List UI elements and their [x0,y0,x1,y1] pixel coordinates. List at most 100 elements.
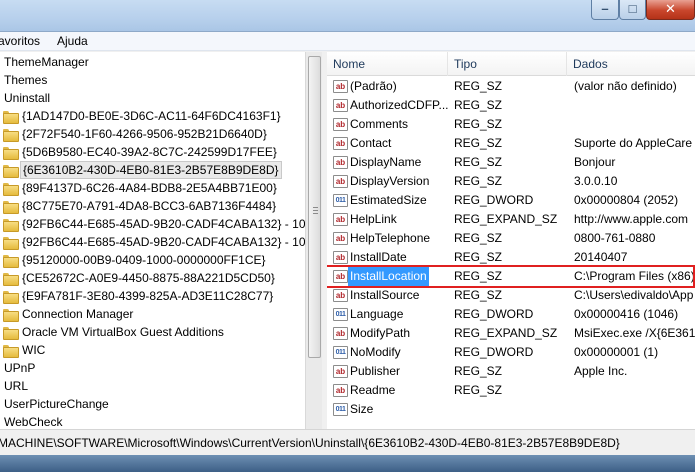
menu-bar: avoritos Ajuda [0,32,695,51]
value-name: AuthorizedCDFP... [350,98,449,112]
value-type: REG_SZ [454,269,503,283]
menu-help[interactable]: Ajuda [57,34,88,48]
value-row[interactable]: 011 NoModify REG_DWORD 0x00000001 (1) [327,343,695,362]
value-row[interactable]: ab Contact REG_SZ Suporte do AppleCare [327,134,695,153]
tree-item-label: UPnP [4,361,36,375]
value-type: REG_SZ [454,364,503,378]
string-value-icon: ab [333,156,348,169]
folder-icon [3,237,19,250]
tree-item-label: {95120000-00B9-0409-1000-0000000FF1CE} [22,253,266,267]
value-type: REG_SZ [454,136,503,150]
value-type: REG_EXPAND_SZ [454,212,558,226]
value-data: C:\Program Files (x86) [574,269,695,283]
registry-path: MACHINE\SOFTWARE\Microsoft\Windows\Curre… [0,436,620,450]
registry-values-list[interactable]: Nome Tipo Dados ab (Padrão) REG_SZ (valor n… [327,52,695,429]
value-row[interactable]: 011 Size [327,400,695,419]
binary-value-icon: 011 [333,194,348,207]
value-data: 0x00000001 (1) [574,345,659,359]
value-data: Bonjour [574,155,616,169]
minimize-button[interactable]: – [591,0,619,20]
value-name: NoModify [350,345,401,359]
column-header-name[interactable]: Nome [327,52,448,76]
value-name: ModifyPath [350,326,411,340]
menu-favorites[interactable]: avoritos [0,34,40,48]
value-name: InstallLocation [348,267,429,286]
string-value-icon: ab [333,384,348,397]
string-value-icon: ab [333,232,348,245]
value-row[interactable]: ab ModifyPath REG_EXPAND_SZ MsiExec.exe /X{… [327,324,695,343]
tree-scrollbar[interactable] [305,52,322,429]
close-button[interactable]: ✕ [646,0,695,20]
value-name: InstallSource [350,288,420,302]
registry-key-tree[interactable]: ThemeManager Themes Uninstall {1AD147D0-BE0… [0,52,305,429]
value-row[interactable]: ab HelpTelephone REG_SZ 0800-761-0880 [327,229,695,248]
value-type: REG_DWORD [454,345,534,359]
tree-item-label: WIC [22,343,46,357]
tree-item-label: Uninstall [4,91,51,105]
folder-icon [3,183,19,196]
value-row[interactable]: ab (Padrão) REG_SZ (valor não definido) [327,77,695,96]
tree-item-label: ThemeManager [4,55,89,69]
folder-icon [3,111,19,124]
tree-item-label: URL [4,379,29,393]
values-header: Nome Tipo Dados [327,52,695,76]
value-data: 20140407 [574,250,628,264]
value-name: Language [350,307,404,321]
folder-icon [3,219,19,232]
value-data: 0x00000804 (2052) [574,193,679,207]
folder-icon [3,291,19,304]
folder-icon [3,255,19,268]
value-name: Comments [350,117,409,131]
value-row[interactable]: ab HelpLink REG_EXPAND_SZ http://www.apple.… [327,210,695,229]
tree-item-label: {E9FA781F-3E80-4399-825A-AD3E11C28C77} [22,289,274,303]
value-type: REG_SZ [454,231,503,245]
value-type: REG_DWORD [454,193,534,207]
binary-value-icon: 011 [333,346,348,359]
string-value-icon: ab [333,289,348,302]
string-value-icon: ab [333,99,348,112]
value-type: REG_SZ [454,174,503,188]
column-header-type[interactable]: Tipo [448,52,567,76]
value-name: EstimatedSize [350,193,427,207]
value-row[interactable]: ab DisplayVersion REG_SZ 3.0.0.10 [327,172,695,191]
value-type: REG_SZ [454,117,503,131]
value-row[interactable]: ab Readme REG_SZ [327,381,695,400]
value-name: InstallDate [350,250,407,264]
string-value-icon: ab [333,175,348,188]
column-header-data[interactable]: Dados [567,52,695,76]
value-row[interactable]: ab Comments REG_SZ [327,115,695,134]
folder-icon [3,273,19,286]
tree-item-label: UserPictureChange [4,397,109,411]
binary-value-icon: 011 [333,308,348,321]
folder-icon [3,147,19,160]
tree-item-label: WebCheck [4,415,63,429]
value-row[interactable]: ab DisplayName REG_SZ Bonjour [327,153,695,172]
value-type: REG_DWORD [454,307,534,321]
value-row[interactable]: ab InstallDate REG_SZ 20140407 [327,248,695,267]
maximize-button[interactable]: □ [619,0,646,20]
binary-value-icon: 011 [333,403,348,416]
value-name: Publisher [350,364,401,378]
value-data: C:\Users\edivaldo\App [574,288,694,302]
value-row[interactable]: 011 Language REG_DWORD 0x00000416 (1046) [327,305,695,324]
value-name: HelpTelephone [350,231,431,245]
folder-icon [3,327,19,340]
tree-item-label: Themes [4,73,48,87]
value-row[interactable]: ab Publisher REG_SZ Apple Inc. [327,362,695,381]
string-value-icon: ab [333,213,348,226]
value-row[interactable]: ab InstallSource REG_SZ C:\Users\edivaldo\A… [327,286,695,305]
string-value-icon: ab [333,327,348,340]
value-type: REG_SZ [454,98,503,112]
string-value-icon: ab [333,137,348,150]
value-data: http://www.apple.com [574,212,689,226]
value-row[interactable]: ab AuthorizedCDFP... REG_SZ [327,96,695,115]
folder-icon [3,165,19,178]
value-data: Suporte do AppleCare [574,136,693,150]
value-row[interactable]: 011 EstimatedSize REG_DWORD 0x00000804 (205… [327,191,695,210]
value-data: Apple Inc. [574,364,628,378]
tree-scrollbar-thumb[interactable] [308,56,321,358]
value-data: 3.0.0.10 [574,174,618,188]
value-type: REG_EXPAND_SZ [454,326,558,340]
value-row-selected[interactable]: ab InstallLocation REG_SZ C:\Program Files … [327,267,695,286]
value-name: Size [350,402,374,416]
